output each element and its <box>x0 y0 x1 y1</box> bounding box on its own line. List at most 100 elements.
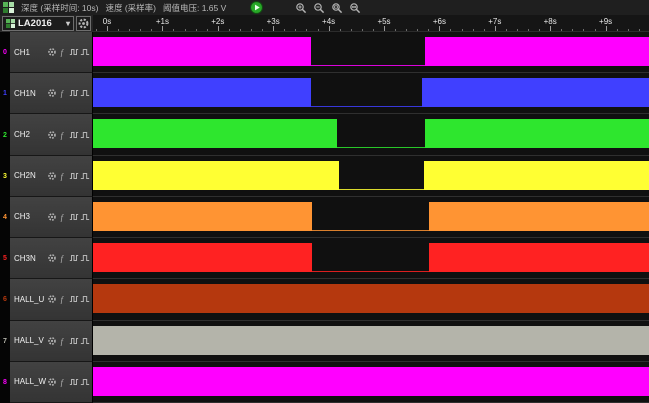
gear-icon[interactable] <box>47 88 57 98</box>
svg-text:f: f <box>61 254 65 263</box>
pulse-icon[interactable] <box>80 212 90 222</box>
waveform-lane[interactable] <box>93 279 649 320</box>
channel-panel[interactable]: CH1 f <box>10 32 93 73</box>
ruler-minor-tick <box>340 29 341 31</box>
pulse-icon[interactable] <box>80 88 90 98</box>
channel-panel[interactable]: CH3f <box>10 197 93 238</box>
signal-low-line <box>312 271 429 272</box>
channel-panel[interactable]: HALL_Wf <box>10 362 93 403</box>
wave-icon[interactable] <box>69 47 79 57</box>
pulse-icon[interactable] <box>80 253 90 263</box>
svg-text:f: f <box>61 295 65 304</box>
channel-panel[interactable]: CH2f <box>10 114 93 155</box>
ruler-minor-tick <box>362 29 363 31</box>
start-capture-button[interactable] <box>250 1 263 14</box>
waveform-lane[interactable] <box>93 114 649 155</box>
gear-icon[interactable] <box>47 253 57 263</box>
wave-icon[interactable] <box>69 88 79 98</box>
gear-icon[interactable] <box>47 377 57 387</box>
frequency-icon[interactable]: f <box>58 171 68 181</box>
waveform-lane[interactable] <box>93 362 649 403</box>
device-logo-icon <box>6 19 15 28</box>
channel-name-label: HALL_V <box>14 336 44 345</box>
frequency-icon[interactable]: f <box>58 294 68 304</box>
wave-icon[interactable] <box>69 336 79 346</box>
ruler-minor-tick <box>395 29 396 31</box>
ruler-minor-tick <box>295 29 296 31</box>
channel-index-label: 3 <box>0 156 10 197</box>
gear-icon[interactable] <box>47 336 57 346</box>
ruler-major-tick <box>606 26 607 31</box>
channel-panel[interactable]: CH2Nf <box>10 156 93 197</box>
wave-icon[interactable] <box>69 212 79 222</box>
wave-icon[interactable] <box>69 171 79 181</box>
frequency-icon[interactable]: f <box>58 212 68 222</box>
waveform-lane[interactable] <box>93 238 649 279</box>
gear-icon[interactable] <box>47 47 57 57</box>
signal-low-line <box>337 147 425 148</box>
capture-depth-label: 深度 (采样时间: 10s) <box>21 2 98 14</box>
svg-text:f: f <box>61 337 65 346</box>
signal-high-band <box>429 202 649 231</box>
waveform-lane[interactable] <box>93 32 649 73</box>
wave-icon[interactable] <box>69 130 79 140</box>
ruler-minor-tick <box>173 29 174 31</box>
device-selector[interactable]: LA2016 ▾ <box>2 16 74 31</box>
frequency-icon[interactable]: f <box>58 253 68 263</box>
gear-icon[interactable] <box>47 294 57 304</box>
channel-panel[interactable]: HALL_U f <box>10 279 93 320</box>
ruler-tick-label: +2s <box>211 17 224 26</box>
zoom-fit-icon[interactable] <box>349 2 361 14</box>
time-ruler[interactable]: 0s+1s+2s+3s+4s+5s+6s+7s+8s+9s <box>93 15 649 31</box>
waveform-lane[interactable] <box>93 321 649 362</box>
pulse-icon[interactable] <box>80 130 90 140</box>
waveform-lane[interactable] <box>93 197 649 238</box>
frequency-icon[interactable]: f <box>58 47 68 57</box>
channel-panel[interactable]: CH3Nf <box>10 238 93 279</box>
ruler-minor-tick <box>583 29 584 31</box>
frequency-icon[interactable]: f <box>58 88 68 98</box>
wave-icon[interactable] <box>69 377 79 387</box>
ruler-minor-tick <box>417 29 418 31</box>
ruler-minor-tick <box>318 29 319 31</box>
ruler-minor-tick <box>229 29 230 31</box>
pulse-icon[interactable] <box>80 47 90 57</box>
ruler-tick-label: +9s <box>599 17 612 26</box>
ruler-minor-tick <box>572 29 573 31</box>
channel-name-label: CH1 <box>14 48 30 57</box>
svg-text:f: f <box>61 89 65 98</box>
channel-row: 8HALL_Wf <box>0 362 649 403</box>
channel-tools: f <box>47 88 90 98</box>
channel-index-label: 5 <box>0 238 10 279</box>
zoom-in-icon[interactable] <box>295 2 307 14</box>
pulse-icon[interactable] <box>80 294 90 304</box>
frequency-icon[interactable]: f <box>58 336 68 346</box>
gear-icon[interactable] <box>47 212 57 222</box>
channel-index-label: 4 <box>0 197 10 238</box>
channel-panel[interactable]: CH1Nf <box>10 73 93 114</box>
gear-icon[interactable] <box>47 130 57 140</box>
waveform-lane[interactable] <box>93 156 649 197</box>
frequency-icon[interactable]: f <box>58 377 68 387</box>
frequency-icon[interactable]: f <box>58 130 68 140</box>
channel-panel[interactable]: HALL_V f <box>10 321 93 362</box>
ruler-minor-tick <box>96 29 97 31</box>
channel-tools: f <box>47 377 90 387</box>
wave-icon[interactable] <box>69 294 79 304</box>
channel-name-label: HALL_U <box>14 295 44 304</box>
chevron-down-icon: ▾ <box>66 19 70 28</box>
wave-icon[interactable] <box>69 253 79 263</box>
channel-tools: f <box>47 130 90 140</box>
pulse-icon[interactable] <box>80 377 90 387</box>
device-name: LA2016 <box>18 18 52 29</box>
ruler-tick-label: +5s <box>377 17 390 26</box>
channel-tools: f <box>47 294 90 304</box>
pulse-icon[interactable] <box>80 171 90 181</box>
waveform-lane[interactable] <box>93 73 649 114</box>
signal-high-band <box>93 243 312 272</box>
pulse-icon[interactable] <box>80 336 90 346</box>
zoom-window-icon[interactable] <box>331 2 343 14</box>
gear-icon[interactable] <box>47 171 57 181</box>
zoom-out-icon[interactable] <box>313 2 325 14</box>
device-settings-button[interactable] <box>76 16 91 31</box>
